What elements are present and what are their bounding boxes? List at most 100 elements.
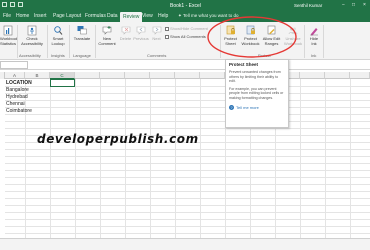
cell-a3[interactable]: Hydrebad — [6, 94, 28, 100]
show-all-comments-label: Show All Comments — [170, 34, 206, 39]
row-gridline — [5, 226, 370, 227]
hide-ink-button[interactable]: Hide Ink — [307, 25, 321, 46]
group-separator — [17, 25, 18, 58]
workbook-statistics-label: Workbook Statistics — [0, 36, 18, 46]
ribbon-review: Workbook Statistics Check Accessibility … — [0, 22, 370, 60]
tab-review[interactable]: Review — [120, 12, 143, 22]
undo-icon[interactable] — [10, 2, 15, 7]
tab-page-layout[interactable]: Page Layout — [53, 13, 81, 19]
accessibility-icon — [27, 25, 37, 36]
group-separator — [69, 25, 70, 58]
check-accessibility-button[interactable]: Check Accessibility — [19, 25, 45, 46]
column-gridline — [175, 79, 176, 238]
redo-icon[interactable] — [18, 2, 23, 7]
column-gridline — [200, 79, 201, 238]
name-box[interactable] — [0, 61, 28, 69]
row-gridline — [5, 191, 370, 192]
column-gridline — [25, 79, 26, 238]
column-header[interactable]: B — [25, 72, 50, 79]
title-bar: Book1 - Excel Senthil Kumar − □ × — [0, 0, 370, 11]
show-all-comments-button[interactable]: Show All Comments — [165, 34, 206, 39]
ink-group-label: Ink — [311, 53, 317, 58]
row-gridline — [5, 114, 370, 115]
show-hide-comment-checkbox — [165, 26, 169, 31]
row-gridline — [5, 100, 370, 101]
tab-home[interactable]: Home — [16, 13, 29, 19]
group-separator — [47, 25, 48, 58]
column-header[interactable] — [75, 72, 100, 79]
save-icon[interactable] — [2, 2, 7, 7]
tell-me-more-label: Tell me more — [236, 104, 259, 110]
row-gridline — [5, 163, 370, 164]
row-gridline — [5, 205, 370, 206]
selected-cell[interactable] — [50, 79, 75, 87]
column-header[interactable] — [125, 72, 150, 79]
column-header[interactable] — [175, 72, 200, 79]
tooltip-example: For example, you can prevent people from… — [229, 86, 284, 100]
previous-comment-button[interactable]: Previous — [133, 25, 149, 42]
restore-button[interactable]: □ — [350, 2, 357, 8]
user-name[interactable]: Senthil Kumar — [294, 3, 322, 8]
highlight-circle-stroke — [207, 16, 297, 58]
cell-a2[interactable]: Bangalore — [6, 87, 29, 93]
tab-insert[interactable]: Insert — [34, 13, 47, 19]
row-gridline — [5, 212, 370, 213]
tell-me-more-link[interactable]: ? Tell me more — [229, 104, 285, 110]
show-hide-comment-button[interactable]: Show/Hide Comment — [165, 26, 208, 31]
new-comment-icon — [102, 26, 112, 35]
column-header[interactable]: A — [5, 72, 25, 79]
smart-lookup-button[interactable]: Smart Lookup — [49, 25, 67, 46]
show-all-comments-checkbox — [165, 34, 169, 39]
group-separator — [95, 25, 96, 58]
delete-comment-button[interactable]: Delete — [118, 25, 133, 42]
search-icon — [54, 26, 63, 35]
worksheet-grid[interactable]: A B C LOCATION Bangalore Hydrebad Chenna… — [0, 72, 370, 238]
column-header[interactable] — [150, 72, 175, 79]
tab-formulas[interactable]: Formulas — [85, 13, 106, 19]
row-gridline — [5, 177, 370, 178]
hide-ink-label: Hide Ink — [309, 36, 319, 46]
column-gridline — [325, 79, 326, 238]
row-gridline — [5, 198, 370, 199]
tab-data[interactable]: Data — [107, 13, 118, 19]
watermark-text: developerpublish.com — [37, 132, 199, 146]
column-header-selected[interactable]: C — [50, 72, 75, 79]
language-group-label: Language — [73, 53, 91, 58]
column-header[interactable] — [200, 72, 225, 79]
cell-a5[interactable]: Coimbatore — [6, 108, 32, 114]
column-header[interactable] — [300, 72, 325, 79]
close-button[interactable]: × — [361, 2, 368, 8]
new-comment-label: New Comment — [98, 36, 116, 46]
ribbon-tabs: File Home Insert Page Layout Formulas Da… — [0, 11, 370, 22]
column-header[interactable] — [350, 72, 370, 79]
cell-a4[interactable]: Chennai — [6, 101, 25, 107]
cell-a1[interactable]: LOCATION — [6, 80, 32, 86]
tab-file[interactable]: File — [3, 13, 11, 19]
window-title: Book1 - Excel — [170, 3, 201, 9]
quick-access-toolbar — [2, 2, 23, 7]
column-gridline — [75, 79, 76, 238]
workbook-statistics-button[interactable]: Workbook Statistics — [0, 25, 18, 46]
translate-button[interactable]: Translate — [71, 25, 93, 42]
workbook-statistics-icon — [3, 25, 13, 36]
check-accessibility-label: Check Accessibility — [21, 36, 43, 46]
previous-comment-icon — [136, 26, 146, 35]
formula-bar — [0, 60, 370, 70]
row-gridline — [5, 219, 370, 220]
row-gridline — [5, 149, 370, 150]
tab-view[interactable]: View — [142, 13, 153, 19]
column-header[interactable] — [325, 72, 350, 79]
help-icon: ? — [229, 104, 234, 110]
previous-label: Previous — [133, 36, 149, 41]
next-comment-button[interactable]: Next — [150, 25, 163, 42]
sheet-tab-bar — [0, 238, 370, 250]
minimize-button[interactable]: − — [340, 2, 347, 8]
new-comment-button[interactable]: New Comment — [97, 25, 117, 46]
smart-lookup-label: Smart Lookup — [51, 36, 65, 46]
column-header[interactable] — [100, 72, 125, 79]
group-separator — [304, 25, 305, 58]
column-gridline — [125, 79, 126, 238]
tab-help[interactable]: Help — [158, 13, 168, 19]
column-gridline — [150, 79, 151, 238]
show-hide-comment-label: Show/Hide Comment — [170, 26, 208, 31]
